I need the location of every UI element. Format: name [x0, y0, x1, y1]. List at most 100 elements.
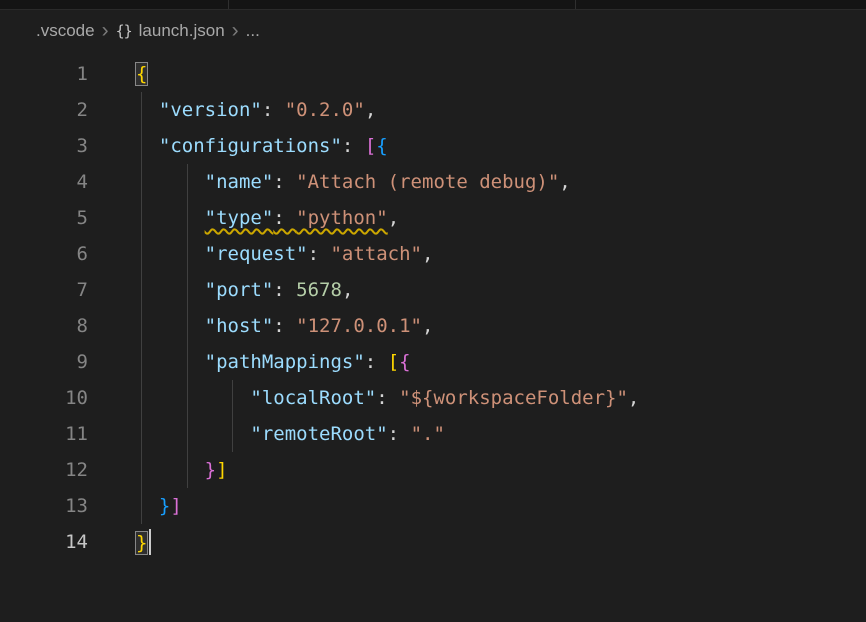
code-text: "version": "0.2.0", [136, 99, 376, 121]
breadcrumb: .vscode › {} launch.json › ... [0, 10, 866, 52]
token [136, 459, 205, 481]
line-number[interactable]: 7 [0, 279, 100, 301]
indent-guide [187, 416, 188, 452]
tab-divider [575, 0, 576, 9]
token: , [422, 243, 433, 265]
code-text: "port": 5678, [136, 279, 353, 301]
indent-guide [141, 416, 142, 452]
code-text: "type": "python", [136, 207, 399, 229]
line-number[interactable]: 3 [0, 135, 100, 157]
line-number[interactable]: 6 [0, 243, 100, 265]
token: : [262, 99, 285, 121]
tab-divider [228, 0, 229, 9]
code-line[interactable]: 11 "remoteRoot": "." [0, 416, 866, 452]
token: : [273, 315, 296, 337]
token: ] [216, 459, 227, 481]
code-line[interactable]: 1{ [0, 56, 866, 92]
line-number[interactable]: 11 [0, 423, 100, 445]
token [136, 351, 205, 373]
editor[interactable]: 1{2 "version": "0.2.0",3 "configurations… [0, 52, 866, 560]
line-number[interactable]: 4 [0, 171, 100, 193]
line-number[interactable]: 9 [0, 351, 100, 373]
line-number[interactable]: 14 [0, 531, 100, 553]
token: "port" [205, 279, 274, 301]
code-line[interactable]: 12 }] [0, 452, 866, 488]
code-line[interactable]: 4 "name": "Attach (remote debug)", [0, 164, 866, 200]
indent-guide [141, 272, 142, 308]
token: : [273, 207, 296, 229]
code-text: "name": "Attach (remote debug)", [136, 171, 571, 193]
token: ] [170, 495, 181, 517]
code-line[interactable]: 14} [0, 524, 866, 560]
token: "python" [296, 207, 388, 229]
token: : [342, 135, 365, 157]
token: : [388, 423, 411, 445]
token: "${workspaceFolder}" [399, 387, 628, 409]
chevron-right-icon: › [102, 20, 109, 41]
token: [ [365, 135, 376, 157]
code-text: }] [136, 495, 182, 517]
code-text: "pathMappings": [{ [136, 351, 411, 373]
code-line[interactable]: 7 "port": 5678, [0, 272, 866, 308]
indent-guide [141, 236, 142, 272]
line-number[interactable]: 10 [0, 387, 100, 409]
code-line[interactable]: 9 "pathMappings": [{ [0, 344, 866, 380]
indent-guide [141, 200, 142, 236]
token: "127.0.0.1" [296, 315, 422, 337]
breadcrumb-folder[interactable]: .vscode [36, 21, 95, 41]
indent-guide [187, 380, 188, 416]
token: "remoteRoot" [250, 423, 387, 445]
token: } [205, 459, 216, 481]
token: } [159, 495, 170, 517]
code-text: "request": "attach", [136, 243, 433, 265]
token: } [136, 532, 147, 554]
code-text: "host": "127.0.0.1", [136, 315, 433, 337]
code-line[interactable]: 13 }] [0, 488, 866, 524]
line-number[interactable]: 13 [0, 495, 100, 517]
code-text: { [136, 63, 147, 85]
breadcrumb-file[interactable]: launch.json [139, 21, 225, 41]
code-line[interactable]: 6 "request": "attach", [0, 236, 866, 272]
token: , [628, 387, 639, 409]
line-number[interactable]: 2 [0, 99, 100, 121]
line-number[interactable]: 12 [0, 459, 100, 481]
line-number[interactable]: 5 [0, 207, 100, 229]
indent-guide [141, 344, 142, 380]
token: [ [388, 351, 399, 373]
token: { [376, 135, 387, 157]
code-line[interactable]: 3 "configurations": [{ [0, 128, 866, 164]
token: "type" [205, 207, 274, 229]
indent-guide [141, 488, 142, 524]
token: , [365, 99, 376, 121]
token: "version" [159, 99, 262, 121]
token: , [422, 315, 433, 337]
token: "Attach (remote debug)" [296, 171, 559, 193]
token: "request" [205, 243, 308, 265]
indent-guide [141, 128, 142, 164]
token: : [365, 351, 388, 373]
token [136, 279, 205, 301]
line-number[interactable]: 1 [0, 63, 100, 85]
token: : [308, 243, 331, 265]
indent-guide [141, 92, 142, 128]
code-text: "localRoot": "${workspaceFolder}", [136, 387, 639, 409]
indent-guide [187, 272, 188, 308]
code-line[interactable]: 8 "host": "127.0.0.1", [0, 308, 866, 344]
breadcrumb-symbol-ellipsis[interactable]: ... [246, 21, 260, 41]
code-line[interactable]: 2 "version": "0.2.0", [0, 92, 866, 128]
code-text: "remoteRoot": "." [136, 423, 445, 445]
code-text: } [136, 529, 151, 555]
token: { [399, 351, 410, 373]
indent-guide [187, 308, 188, 344]
indent-guide [232, 380, 233, 416]
indent-guide [141, 380, 142, 416]
token: : [376, 387, 399, 409]
indent-guide [232, 416, 233, 452]
code-line[interactable]: 5 "type": "python", [0, 200, 866, 236]
tab-bar [0, 0, 866, 10]
line-number[interactable]: 8 [0, 315, 100, 337]
code-line[interactable]: 10 "localRoot": "${workspaceFolder}", [0, 380, 866, 416]
indent-guide [187, 344, 188, 380]
token: "attach" [330, 243, 422, 265]
token: "host" [205, 315, 274, 337]
